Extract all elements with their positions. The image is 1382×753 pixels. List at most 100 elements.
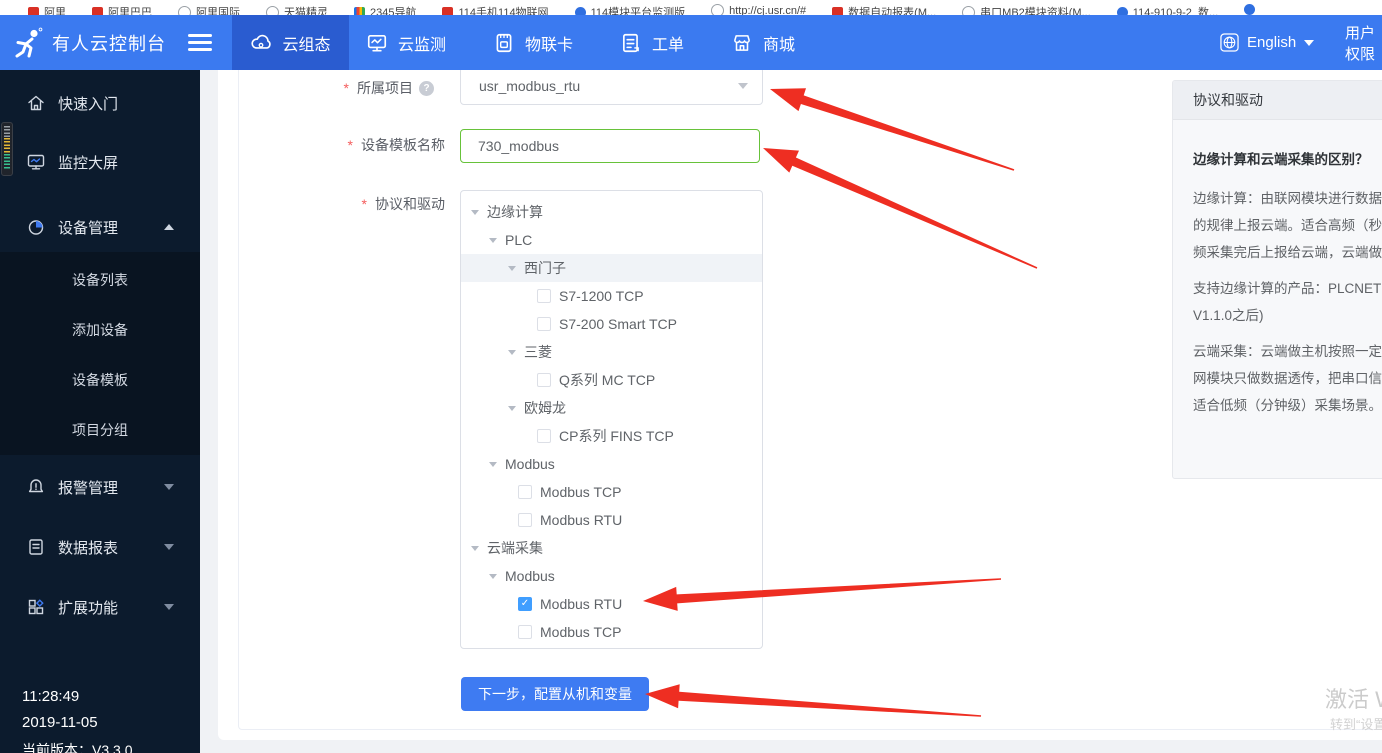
tree-node[interactable]: Q系列 MC TCP (461, 366, 762, 394)
sidebar-item-extension[interactable]: 扩展功能 (0, 590, 200, 624)
browser-extension-strip[interactable] (1, 122, 13, 176)
caret-down-icon[interactable] (489, 237, 497, 243)
tree-node[interactable]: S7-1200 TCP (461, 282, 762, 310)
big-screen-icon (26, 152, 46, 172)
info-line: 适合低频（分钟级）采集场景。 (1193, 398, 1382, 413)
tree-node[interactable]: 欧姆龙 (461, 394, 762, 422)
sidebar: 快速入门 监控大屏 设备管理 设备列表 添加设备 设备模板 项目分组 报警管理 (0, 70, 200, 753)
tab-iot-sim[interactable]: 物联卡 (489, 15, 577, 70)
favicon (1244, 4, 1256, 15)
chevron-down-icon (164, 604, 174, 610)
user-permission-menu[interactable]: 用户权限 (1345, 15, 1382, 70)
top-navbar: 有人云控制台 云组态 云监测 物联卡 工单 商城 English 用户权限 (0, 15, 1382, 70)
tab-cloud-scada[interactable]: 云组态 (232, 15, 349, 70)
tree-node[interactable]: S7-200 Smart TCP (461, 310, 762, 338)
checkbox-unchecked[interactable] (537, 373, 551, 387)
language-label: English (1247, 34, 1297, 51)
tab-label: 云组态 (282, 36, 331, 54)
chevron-down-icon (738, 83, 748, 89)
tree-node[interactable]: PLC (461, 226, 762, 254)
usr-logo-icon[interactable] (14, 27, 44, 59)
template-name-input[interactable] (460, 129, 760, 163)
help-icon[interactable]: ? (419, 80, 434, 96)
work-order-icon (623, 33, 639, 52)
tab-label: 云监测 (398, 36, 447, 54)
info-line: 云端采集：云端做主机按照一定的规律 (1193, 344, 1382, 359)
checkbox-unchecked[interactable] (518, 513, 532, 527)
tree-node[interactable]: Modbus TCP (461, 618, 762, 646)
checkbox-unchecked[interactable] (518, 625, 532, 639)
info-line: 支持边缘计算的产品：PLCNET系列 (1193, 281, 1382, 296)
tree-node-label: 三菱 (524, 344, 552, 360)
tree-node[interactable]: 边缘计算 (461, 198, 762, 226)
caret-down-icon[interactable] (471, 545, 479, 551)
tree-node-label: 欧姆龙 (524, 400, 566, 416)
checkbox-unchecked[interactable] (537, 429, 551, 443)
globe-icon (1220, 33, 1239, 52)
submenu-label: 添加设备 (72, 322, 128, 338)
sidebar-item-device-management[interactable]: 设备管理 (0, 210, 200, 244)
device-management-submenu: 设备列表 添加设备 设备模板 项目分组 (0, 252, 200, 455)
main-content: * 所属项目 ? usr_modbus_rtu * 设备模板名称 * 协议和驱动… (200, 70, 1382, 753)
tree-node[interactable]: Modbus RTU (461, 590, 762, 618)
sidebar-item-data-report[interactable]: 数据报表 (0, 530, 200, 564)
sidebar-item-project-group[interactable]: 项目分组 (0, 415, 200, 445)
protocol-info-panel: 协议和驱动 边缘计算和云端采集的区别？ 边缘计算：由联网模块进行数据采集和 的规… (1172, 80, 1382, 479)
checkbox-checked[interactable] (518, 597, 532, 611)
sidebar-item-quick-start[interactable]: 快速入门 (0, 86, 200, 120)
tab-mall[interactable]: 商城 (727, 15, 799, 70)
project-select[interactable]: usr_modbus_rtu (460, 70, 763, 105)
alarm-bell-icon (26, 477, 46, 497)
sidebar-item-label: 快速入门 (58, 95, 119, 113)
language-switcher[interactable]: English (1220, 15, 1315, 70)
tab-work-order[interactable]: 工单 (616, 15, 688, 70)
sidebar-item-alarm-management[interactable]: 报警管理 (0, 470, 200, 504)
console-title: 有人云控制台 (52, 34, 166, 54)
system-time: 11:28:49 (22, 688, 80, 705)
tree-node[interactable]: 三菱 (461, 338, 762, 366)
tab-label: 工单 (652, 36, 685, 54)
sidebar-item-device-template[interactable]: 设备模板 (0, 365, 200, 395)
sidebar-item-add-device[interactable]: 添加设备 (0, 315, 200, 345)
tree-node-label: 边缘计算 (487, 204, 543, 220)
caret-down-icon[interactable] (471, 209, 479, 215)
tree-node-label: Modbus TCP (540, 484, 622, 500)
caret-down-icon[interactable] (508, 349, 516, 355)
caret-down-icon[interactable] (489, 573, 497, 579)
menu-icon[interactable] (188, 34, 212, 55)
caret-down-icon[interactable] (508, 405, 516, 411)
checkbox-unchecked[interactable] (537, 317, 551, 331)
tree-node-label: Modbus RTU (540, 512, 623, 528)
checkbox-unchecked[interactable] (518, 485, 532, 499)
tree-node[interactable]: Modbus RTU (461, 506, 762, 534)
sim-card-icon (496, 33, 512, 52)
info-line: V1.1.0之后) (1193, 308, 1264, 323)
tree-node[interactable]: Modbus (461, 450, 762, 478)
next-step-button[interactable]: 下一步，配置从机和变量 (461, 677, 649, 711)
tree-node[interactable]: 云端采集 (461, 534, 762, 562)
tree-node-highlighted[interactable]: 西门子 (461, 254, 762, 282)
tree-node[interactable]: CP系列 FINS TCP (461, 422, 762, 450)
info-line: 网模块只做数据透传，把串口信号转成 (1193, 371, 1382, 386)
label-text: 所属项目 (357, 80, 413, 96)
chevron-down-icon (164, 544, 174, 550)
info-line: 频采集完后上报给云端，云端做数据的 (1193, 245, 1382, 260)
required-asterisk: * (361, 196, 367, 212)
tree-node[interactable]: Modbus TCP (461, 478, 762, 506)
tree-node[interactable]: Modbus (461, 562, 762, 590)
tab-cloud-monitor[interactable]: 云监测 (362, 15, 450, 70)
sidebar-item-device-list[interactable]: 设备列表 (0, 265, 200, 295)
checkbox-unchecked[interactable] (537, 289, 551, 303)
info-heading: 边缘计算和云端采集的区别？ (1193, 152, 1369, 167)
tree-node-label: Modbus TCP (540, 624, 622, 640)
tree-node-label: S7-200 Smart TCP (559, 316, 678, 332)
sidebar-item-label: 扩展功能 (58, 599, 119, 617)
bookmark-item[interactable] (1244, 4, 1256, 15)
caret-down-icon[interactable] (508, 265, 516, 271)
tree-node-label: S7-1200 TCP (559, 288, 644, 304)
report-icon (26, 537, 46, 557)
chevron-down-icon (1304, 39, 1315, 46)
sidebar-item-monitor-screen[interactable]: 监控大屏 (0, 145, 200, 179)
template-name-label: * 设备模板名称 (200, 129, 445, 161)
caret-down-icon[interactable] (489, 461, 497, 467)
